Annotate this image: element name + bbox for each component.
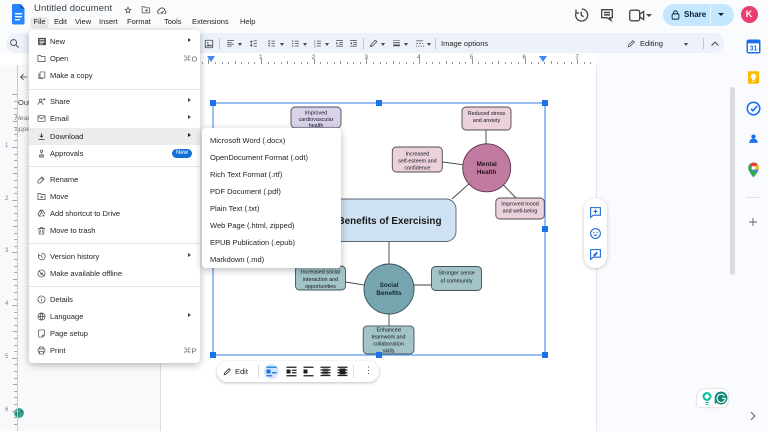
svg-text:3: 3 <box>314 44 316 48</box>
svg-text:interaction and: interaction and <box>303 277 338 283</box>
svg-text:of community: of community <box>440 279 472 285</box>
svg-text:skills: skills <box>383 348 395 354</box>
svg-text:Health: Health <box>477 169 497 176</box>
svg-text:Reduced stress: Reduced stress <box>468 111 506 117</box>
svg-text:and anxiety: and anxiety <box>473 118 501 124</box>
svg-text:Mental: Mental <box>477 161 497 168</box>
svg-text:Increased: Increased <box>406 152 430 158</box>
svg-text:31: 31 <box>750 45 758 52</box>
svg-text:Enhanced: Enhanced <box>376 328 400 334</box>
svg-text:collaboration: collaboration <box>373 341 404 347</box>
svg-text:and well-being: and well-being <box>503 209 538 215</box>
svg-text:Improved: Improved <box>305 111 327 117</box>
svg-text:Benefits: Benefits <box>376 290 402 297</box>
svg-text:self-esteem and: self-esteem and <box>398 159 436 165</box>
svg-text:teamwork and: teamwork and <box>372 335 406 341</box>
svg-text:confidence: confidence <box>404 166 430 172</box>
svg-text:Benefits of Exercising: Benefits of Exercising <box>338 216 442 227</box>
svg-text:Social: Social <box>380 282 399 289</box>
svg-text:Improved mood: Improved mood <box>501 202 538 208</box>
svg-text:opportunities: opportunities <box>305 284 336 290</box>
svg-text:Increased social: Increased social <box>301 270 340 276</box>
svg-text:Stronger sense: Stronger sense <box>438 271 475 277</box>
